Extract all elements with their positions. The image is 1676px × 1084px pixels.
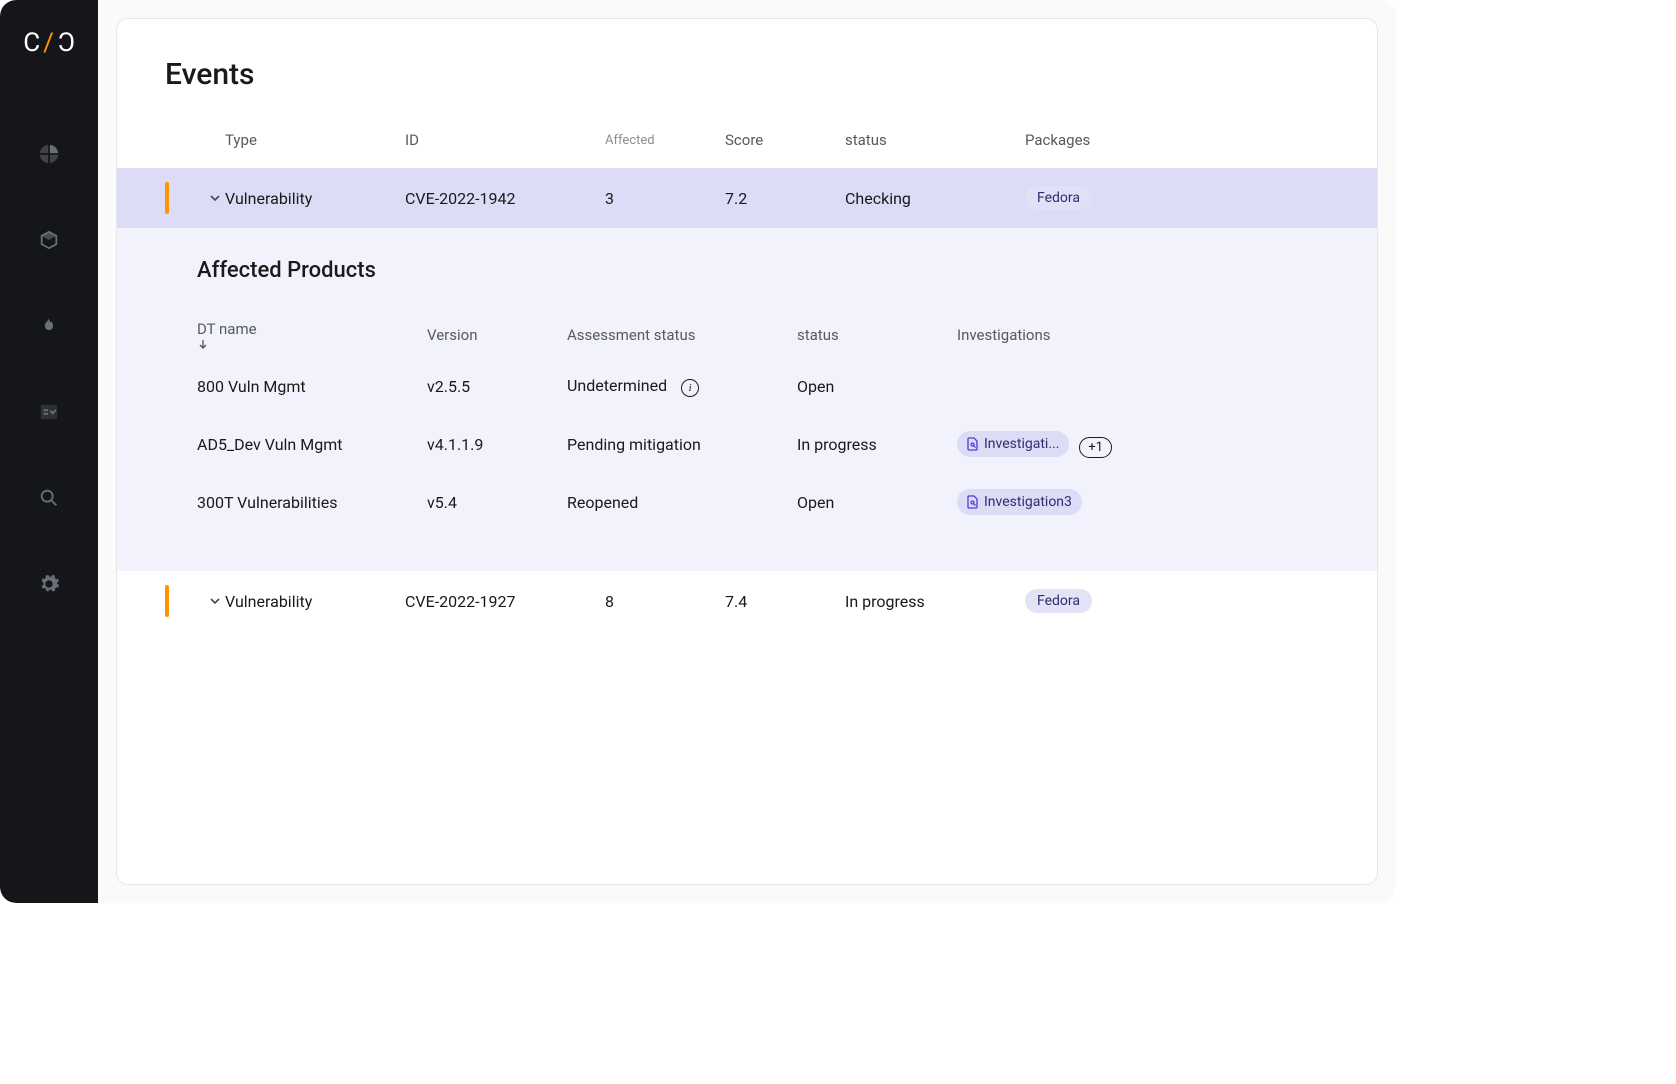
investigation-label: Investigati...	[984, 436, 1059, 452]
main-area: Events Type ID Affected Score status Pac…	[98, 0, 1396, 903]
event-row[interactable]: Vulnerability CVE-2022-1927 8 7.4 In pro…	[117, 571, 1377, 631]
affected-products-panel: Affected Products DT name Version Assess…	[117, 228, 1377, 571]
event-score: 7.2	[725, 189, 845, 208]
more-investigations-chip[interactable]: +1	[1079, 437, 1112, 458]
product-row[interactable]: AD5_Dev Vuln Mgmt v4.1.1.9 Pending mitig…	[197, 415, 1329, 473]
nav-products[interactable]	[37, 228, 61, 252]
affected-products-title: Affected Products	[197, 258, 1329, 283]
sidebar: C/C	[0, 0, 98, 903]
row-accent	[165, 585, 169, 617]
event-type: Vulnerability	[225, 189, 405, 208]
col-investigations[interactable]: Investigations	[957, 326, 1329, 344]
event-row[interactable]: Vulnerability CVE-2022-1942 3 7.2 Checki…	[117, 168, 1377, 228]
product-version: v4.1.1.9	[427, 435, 567, 454]
product-dtname: AD5_Dev Vuln Mgmt	[197, 435, 427, 454]
col-assessment[interactable]: Assessment status	[567, 326, 797, 344]
col-detail-status[interactable]: status	[797, 326, 957, 344]
assessment-text: Undetermined	[567, 376, 667, 395]
nav-search[interactable]	[37, 486, 61, 510]
event-status: In progress	[845, 592, 1025, 611]
event-packages: Fedora	[1025, 186, 1329, 210]
product-assessment: Pending mitigation	[567, 435, 797, 454]
event-score: 7.4	[725, 592, 845, 611]
event-status: Checking	[845, 189, 1025, 208]
col-type[interactable]: Type	[225, 131, 405, 149]
product-status: In progress	[797, 435, 957, 454]
col-affected[interactable]: Affected	[605, 133, 725, 148]
product-dtname: 300T Vulnerabilities	[197, 493, 427, 512]
product-row[interactable]: 300T Vulnerabilities v5.4 Reopened Open …	[197, 473, 1329, 531]
sidebar-nav	[37, 142, 61, 596]
col-dtname-label: DT name	[197, 320, 257, 338]
event-id: CVE-2022-1942	[405, 189, 605, 208]
product-investigations: Investigation3	[957, 489, 1329, 515]
package-chip[interactable]: Fedora	[1025, 186, 1092, 210]
product-assessment: Undetermined i	[567, 376, 797, 397]
info-icon[interactable]: i	[681, 379, 699, 397]
nav-settings[interactable]	[37, 572, 61, 596]
investigation-chip[interactable]: Investigation3	[957, 489, 1082, 515]
product-status: Open	[797, 377, 957, 396]
document-icon	[967, 437, 979, 451]
col-dtname[interactable]: DT name	[197, 320, 427, 350]
row-accent	[165, 182, 169, 214]
product-assessment: Reopened	[567, 493, 797, 512]
event-affected: 3	[605, 189, 725, 208]
package-chip[interactable]: Fedora	[1025, 589, 1092, 613]
chevron-down-icon[interactable]	[209, 595, 225, 607]
event-affected: 8	[605, 592, 725, 611]
col-status[interactable]: status	[845, 131, 1025, 149]
event-type: Vulnerability	[225, 592, 405, 611]
product-investigations: Investigati... +1	[957, 431, 1329, 458]
content-card: Events Type ID Affected Score status Pac…	[116, 18, 1378, 885]
document-icon	[967, 495, 979, 509]
nav-dashboard[interactable]	[37, 142, 61, 166]
affected-header-row: DT name Version Assessment status status…	[197, 313, 1329, 357]
col-version[interactable]: Version	[427, 326, 567, 344]
page-title: Events	[117, 19, 1377, 112]
product-row[interactable]: 800 Vuln Mgmt v2.5.5 Undetermined i Open	[197, 357, 1329, 415]
product-status: Open	[797, 493, 957, 512]
events-header-row: Type ID Affected Score status Packages	[117, 112, 1377, 168]
col-score[interactable]: Score	[725, 131, 845, 149]
event-id: CVE-2022-1927	[405, 592, 605, 611]
event-packages: Fedora	[1025, 589, 1329, 613]
nav-activity[interactable]	[37, 314, 61, 338]
product-dtname: 800 Vuln Mgmt	[197, 377, 427, 396]
chevron-down-icon[interactable]	[209, 192, 225, 204]
investigation-label: Investigation3	[984, 494, 1072, 510]
product-version: v2.5.5	[427, 377, 567, 396]
app-logo: C/C	[23, 28, 75, 58]
product-version: v5.4	[427, 493, 567, 512]
col-packages[interactable]: Packages	[1025, 131, 1329, 149]
nav-tasks[interactable]	[37, 400, 61, 424]
events-table: Type ID Affected Score status Packages V…	[117, 112, 1377, 631]
col-id[interactable]: ID	[405, 131, 605, 149]
sort-arrow-down-icon	[197, 338, 427, 350]
investigation-chip[interactable]: Investigati...	[957, 431, 1069, 457]
